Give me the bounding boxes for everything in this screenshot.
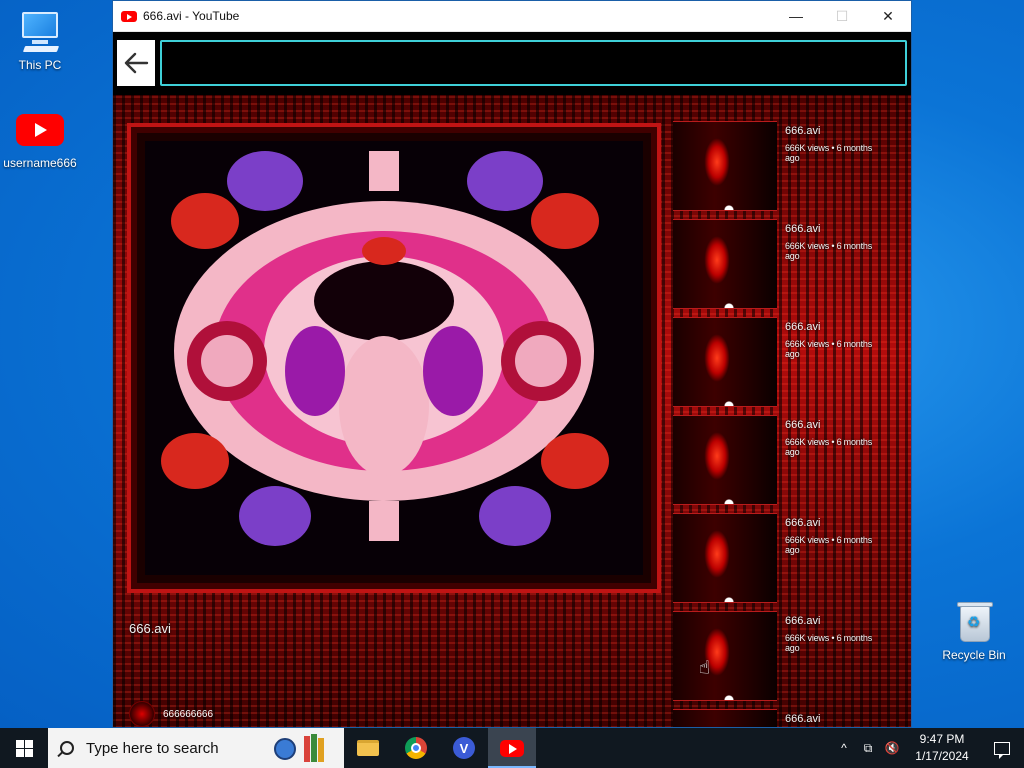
v-app-icon: V xyxy=(453,737,475,759)
video-thumbnail[interactable] xyxy=(673,709,777,727)
video-player[interactable] xyxy=(127,123,661,593)
toolbar xyxy=(113,32,911,94)
window-title: 666.avi - YouTube xyxy=(143,9,240,23)
search-placeholder: Type here to search xyxy=(86,739,219,757)
recommended-title[interactable]: 666.avi xyxy=(785,125,820,137)
recommended-video[interactable]: 666.avi 666K views • 6 months ago xyxy=(673,119,887,215)
recommended-video[interactable]: 666.avi xyxy=(673,707,887,727)
recycle-bin-icon: ♻ xyxy=(950,600,998,644)
taskbar-file-explorer[interactable] xyxy=(344,728,392,768)
url-bar[interactable] xyxy=(160,40,907,86)
recommendations-list: 666.avi 666K views • 6 months ago 666.av… xyxy=(673,119,887,727)
video-thumbnail[interactable] xyxy=(673,219,777,309)
recommended-meta: 666K views • 6 months ago xyxy=(785,143,872,163)
video-thumbnail[interactable] xyxy=(673,415,777,505)
video-page: 666.avi 666666666 666.avi 666K views • 6… xyxy=(113,95,911,727)
taskbar: Type here to search V ^ ⧉ 🔇 9:47 PM 1/17… xyxy=(0,728,1024,768)
recommended-meta: 666K views • 6 months ago xyxy=(785,437,872,457)
title-bar[interactable]: 666.avi - YouTube — ☐ ✕ xyxy=(113,1,911,32)
volume-muted-icon[interactable]: 🔇 xyxy=(880,728,904,768)
taskbar-chrome[interactable] xyxy=(392,728,440,768)
recommended-video[interactable]: 666.avi 666K views • 6 months ago xyxy=(673,217,887,313)
close-button[interactable]: ✕ xyxy=(865,1,911,31)
channel-name[interactable]: 666666666 xyxy=(163,709,213,720)
recommended-video[interactable]: 666.avi 666K views • 6 months ago xyxy=(673,315,887,411)
desktop-icon-label: username666 xyxy=(3,156,77,170)
file-explorer-icon xyxy=(357,740,379,756)
windows-logo-icon xyxy=(15,739,33,757)
minimize-button[interactable]: — xyxy=(773,1,819,31)
search-highlight-icon xyxy=(270,732,334,764)
desktop-icon-this-pc[interactable]: This PC xyxy=(0,10,80,72)
taskbar-search[interactable]: Type here to search xyxy=(48,728,344,768)
recommended-meta: 666K views • 6 months ago xyxy=(785,633,872,653)
recommended-title[interactable]: 666.avi xyxy=(785,419,820,431)
desktop-icon-username666[interactable]: username666 xyxy=(0,108,80,170)
search-icon xyxy=(60,741,74,755)
video-frame xyxy=(145,141,643,575)
clock[interactable]: 9:47 PM 1/17/2024 xyxy=(904,731,980,765)
recommended-title[interactable]: 666.avi xyxy=(785,223,820,235)
video-artwork xyxy=(145,141,623,555)
recommended-title[interactable]: 666.avi xyxy=(785,713,820,725)
notification-icon xyxy=(994,741,1010,759)
chrome-icon xyxy=(405,737,427,759)
desktop-icon-label: Recycle Bin xyxy=(942,648,1006,662)
youtube-window: 666.avi - YouTube — ☐ ✕ 666.avi 66666666… xyxy=(112,0,912,728)
avatar[interactable] xyxy=(129,701,155,727)
video-title: 666.avi xyxy=(129,621,171,636)
recommended-video[interactable]: 666.avi 666K views • 6 months ago xyxy=(673,511,887,607)
network-icon[interactable]: ⧉ xyxy=(856,728,880,768)
clock-date: 1/17/2024 xyxy=(915,749,969,763)
video-thumbnail[interactable] xyxy=(673,121,777,211)
recommended-title[interactable]: 666.avi xyxy=(785,615,820,627)
channel-row[interactable]: 666666666 xyxy=(129,701,213,727)
hand-cursor-icon: ☝ xyxy=(698,656,711,678)
recommended-meta: 666K views • 6 months ago xyxy=(785,535,872,555)
start-button[interactable] xyxy=(0,728,48,768)
youtube-icon xyxy=(121,10,137,22)
video-thumbnail[interactable] xyxy=(673,513,777,603)
desktop-icon-label: This PC xyxy=(18,58,62,72)
video-thumbnail[interactable] xyxy=(673,317,777,407)
recommended-title[interactable]: 666.avi xyxy=(785,321,820,333)
maximize-button[interactable]: ☐ xyxy=(819,1,865,31)
youtube-icon xyxy=(500,739,524,757)
recommended-meta: 666K views • 6 months ago xyxy=(785,339,872,359)
recommended-video[interactable]: 666.avi 666K views • 6 months ago xyxy=(673,413,887,509)
notification-button[interactable] xyxy=(980,728,1024,768)
taskbar-v-app[interactable]: V xyxy=(440,728,488,768)
arrow-left-icon xyxy=(124,52,149,74)
taskbar-youtube[interactable] xyxy=(488,728,536,768)
youtube-icon xyxy=(16,114,64,146)
video-thumbnail[interactable] xyxy=(673,611,777,701)
back-button[interactable] xyxy=(117,40,155,86)
clock-time: 9:47 PM xyxy=(919,732,965,746)
chevron-up-icon[interactable]: ^ xyxy=(832,728,856,768)
monitor-icon xyxy=(16,10,64,54)
recommended-title[interactable]: 666.avi xyxy=(785,517,820,529)
system-tray: ^ ⧉ 🔇 9:47 PM 1/17/2024 xyxy=(832,728,1024,768)
desktop-icon-recycle-bin[interactable]: ♻ Recycle Bin xyxy=(934,600,1014,662)
recommended-meta: 666K views • 6 months ago xyxy=(785,241,872,261)
